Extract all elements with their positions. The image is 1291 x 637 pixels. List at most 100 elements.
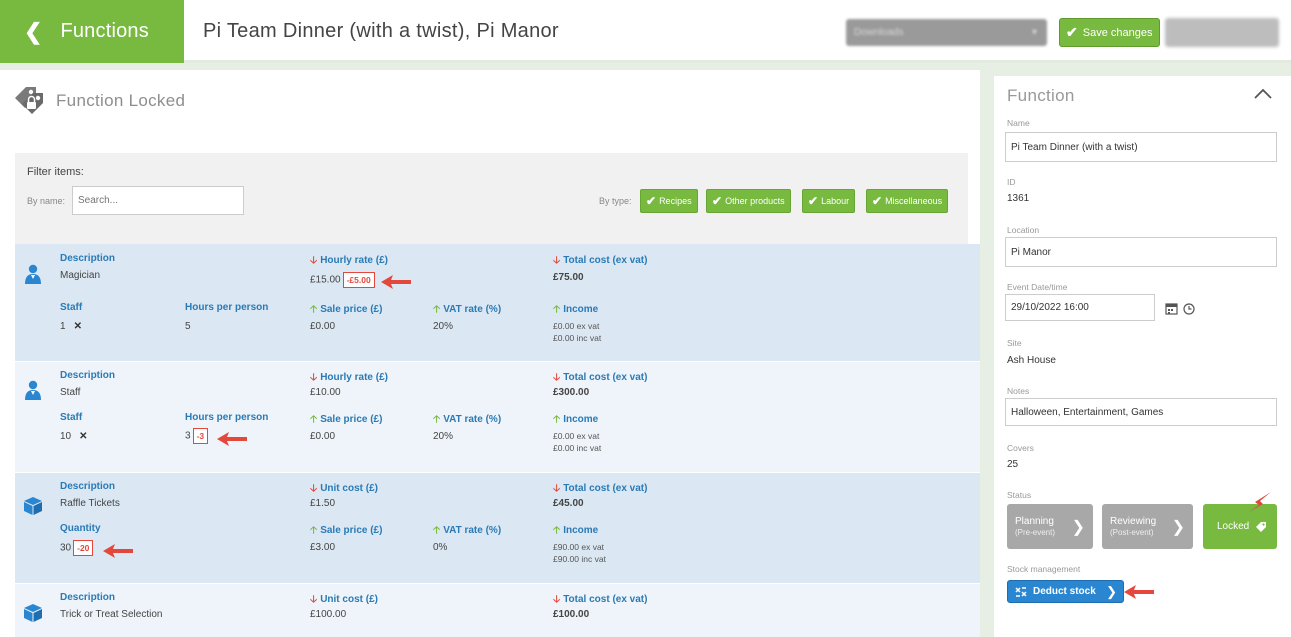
location-field[interactable]: Pi Manor: [1005, 237, 1277, 267]
sale-price-value: £0.00: [310, 321, 336, 332]
income-ex-vat: £0.00 ex vat: [553, 321, 600, 331]
type-filter-label: Recipes: [659, 196, 692, 206]
type-filter-recipes[interactable]: ✔ Recipes: [640, 189, 698, 213]
sale-price-value: £0.00: [310, 431, 336, 442]
chevron-up-icon[interactable]: [1254, 88, 1272, 100]
check-icon: ✔: [872, 194, 883, 208]
arrow-down-icon: 🡣: [553, 594, 561, 605]
stock-management-label: Stock management: [1007, 564, 1081, 574]
annotation-arrow-icon: [381, 275, 411, 289]
save-changes-button[interactable]: ✔ Save changes: [1059, 18, 1160, 47]
type-filter-miscellaneous[interactable]: ✔ Miscellaneous: [866, 189, 949, 213]
vat-header: 🡡 VAT rate (%): [433, 302, 501, 319]
blurred-button[interactable]: [1165, 18, 1279, 47]
arrow-up-icon: 🡡: [310, 304, 318, 315]
status-reviewing-button[interactable]: Reviewing (Post-event) ❯: [1102, 504, 1193, 549]
arrow-down-icon: 🡣: [310, 255, 318, 266]
by-type-label: By type:: [599, 196, 632, 206]
function-locked-title: Function Locked: [56, 91, 186, 110]
status-reviewing-sub: (Post-event): [1110, 528, 1154, 537]
annotation-arrow-icon: [217, 432, 247, 446]
box-icon: [24, 497, 42, 515]
hours-value: 5: [185, 321, 191, 332]
sale-price-header: 🡡 Sale price (£): [310, 302, 382, 319]
rate-amount: £15.00: [310, 274, 341, 286]
arrow-up-icon: 🡡: [310, 414, 318, 425]
quantity-value: 30 -20: [60, 540, 94, 556]
total-cost-header-label: Total cost (ex vat): [563, 255, 648, 266]
staff-value: 10 ✕: [60, 431, 88, 442]
vat-value: 20%: [433, 431, 454, 442]
location-label: Location: [1007, 225, 1040, 235]
status-planning-button[interactable]: Planning (Pre-event) ❯: [1007, 504, 1093, 549]
deduct-stock-button[interactable]: Deduct stock ❯: [1007, 580, 1124, 603]
filter-box: Filter items: By name: By type: ✔Recipes…: [15, 153, 968, 244]
items-panel: Function Locked Filter items: By name: B…: [0, 70, 980, 637]
rate-value: £15.00 -£5.00: [310, 272, 375, 288]
rate-header: 🡣 Hourly rate (£): [310, 253, 388, 270]
vat-header-label: VAT rate (%): [443, 525, 502, 536]
type-filter-other-products[interactable]: ✔ Other products: [706, 189, 791, 213]
staff-header: Staff: [60, 412, 83, 423]
status-locked-label: Locked: [1217, 521, 1250, 532]
item-row: Description Raffle Tickets 🡣 Unit cost (£…: [15, 473, 980, 583]
quantity-amount: 30: [60, 542, 72, 554]
hours-header: Hours per person: [185, 302, 269, 313]
blurred-dropdown[interactable]: Downloads ▾: [846, 19, 1047, 46]
item-description: Trick or Treat Selection: [60, 609, 163, 620]
type-filter-labour[interactable]: ✔ Labour: [802, 189, 856, 213]
clock-icon[interactable]: [1183, 303, 1195, 315]
item-description: Magician: [60, 270, 101, 281]
name-field[interactable]: Pi Team Dinner (with a twist): [1005, 132, 1277, 162]
search-input[interactable]: [72, 186, 244, 215]
back-to-functions-button[interactable]: ❮ Functions: [0, 0, 184, 63]
income-header-label: Income: [563, 304, 599, 315]
top-bar: ❮ Functions Pi Team Dinner (with a twist…: [0, 0, 1291, 63]
sale-price-header-label: Sale price (£): [320, 414, 383, 425]
check-icon: ✔: [712, 194, 723, 208]
by-name-label: By name:: [27, 196, 66, 206]
blurred-dropdown-label: Downloads: [854, 27, 904, 38]
notes-label: Notes: [1007, 386, 1030, 396]
arrow-down-icon: 🡣: [310, 372, 318, 383]
check-icon: ✔: [808, 194, 819, 208]
income-inc-vat: £0.00 inc vat: [553, 443, 602, 453]
income-header-label: Income: [563, 525, 599, 536]
event-datetime-label: Event Date/time: [1007, 282, 1068, 292]
arrow-up-icon: 🡡: [553, 525, 561, 536]
event-datetime-field[interactable]: 29/10/2022 16:00: [1005, 294, 1155, 321]
notes-field[interactable]: Halloween, Entertainment, Games: [1005, 398, 1277, 426]
deduct-stock-label: Deduct stock: [1033, 586, 1096, 597]
page-title: Pi Team Dinner (with a twist), Pi Manor: [203, 20, 559, 42]
unit-cost-header: 🡣 Unit cost (£): [310, 592, 378, 609]
lock-tag-icon: [15, 87, 43, 114]
vat-header: 🡡 VAT rate (%): [433, 412, 501, 429]
type-filter-label: Miscellaneous: [885, 196, 943, 206]
description-header: Description: [60, 592, 116, 603]
sale-price-header: 🡡 Sale price (£): [310, 412, 382, 429]
arrow-down-icon: 🡣: [310, 594, 318, 605]
calendar-icon[interactable]: [1165, 302, 1178, 315]
status-reviewing-label: Reviewing: [1110, 516, 1157, 527]
vat-value: 20%: [433, 321, 454, 332]
rate-change-badge: -£5.00: [342, 272, 375, 288]
staff-header: Staff: [60, 302, 83, 313]
arrow-down-icon: 🡣: [553, 255, 561, 266]
name-label: Name: [1007, 118, 1030, 128]
function-locked-header: Function Locked: [12, 84, 185, 118]
arrow-up-icon: 🡡: [433, 304, 441, 315]
hours-value: 3 -3: [185, 428, 209, 444]
description-header: Description: [60, 481, 116, 492]
total-cost-header-label: Total cost (ex vat): [563, 594, 648, 605]
income-inc-vat: £90.00 inc vat: [553, 554, 606, 564]
unit-cost-header-label: Unit cost (£): [320, 594, 378, 605]
status-planning-label: Planning: [1015, 516, 1054, 527]
sale-price-value: £3.00: [310, 542, 336, 553]
save-changes-label: Save changes: [1082, 26, 1153, 39]
item-description: Raffle Tickets: [60, 498, 120, 509]
total-cost-header-label: Total cost (ex vat): [563, 483, 648, 494]
staff-value: 1 ✕: [60, 321, 82, 332]
income-header: 🡡 Income: [553, 412, 598, 429]
sale-price-header-label: Sale price (£): [320, 304, 383, 315]
quantity-change-badge: -20: [73, 540, 94, 556]
